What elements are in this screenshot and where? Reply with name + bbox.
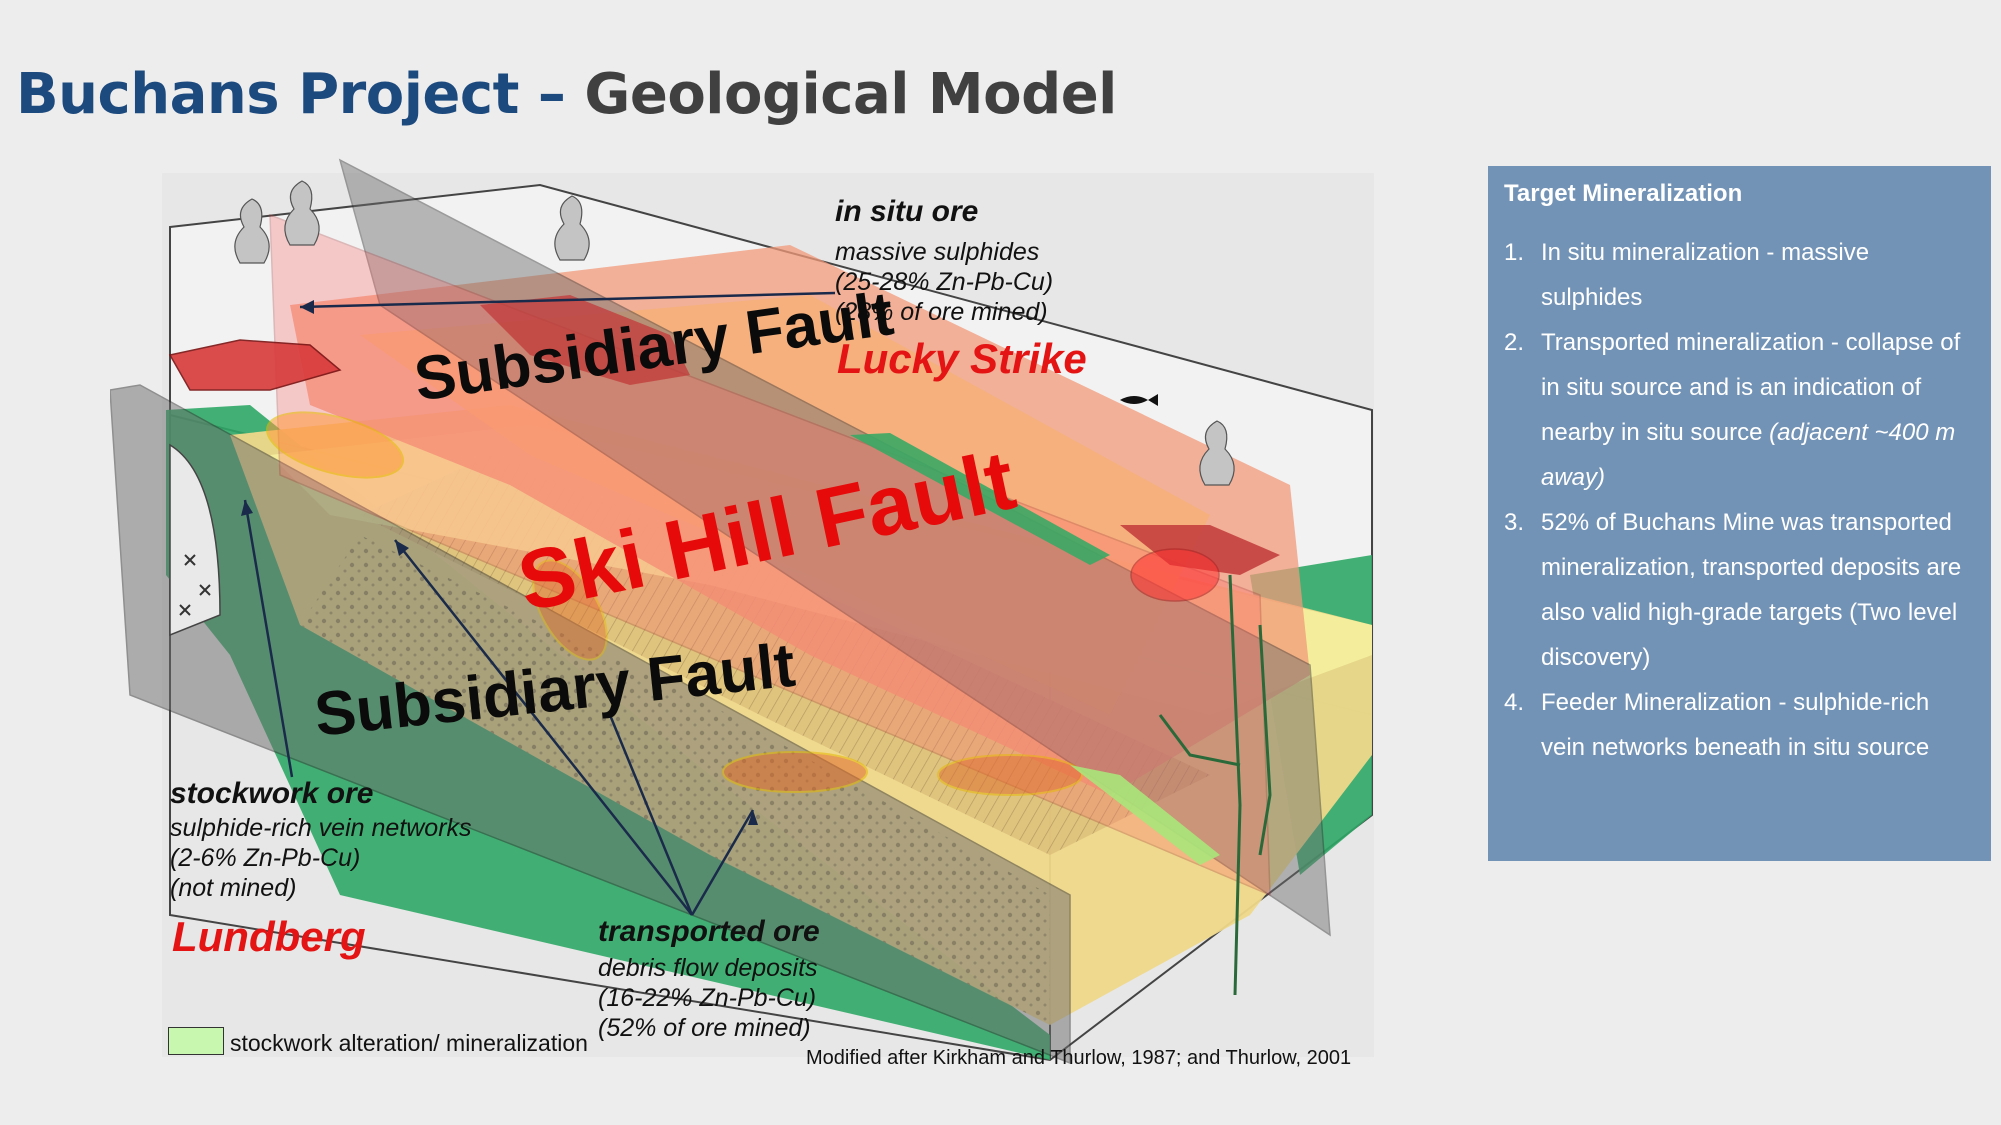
list-item-number: 1. — [1504, 239, 1525, 266]
title-project: Buchans Project — [16, 62, 519, 127]
transported-ore-line1: debris flow deposits — [598, 954, 818, 982]
list-item: 3. 52% of Buchans Mine was transported m… — [1504, 500, 1975, 680]
transported-ore-line3: (52% of ore mined) — [598, 1014, 811, 1042]
stockwork-ore-line1: sulphide-rich vein networks — [170, 814, 472, 842]
page-title: Buchans Project – Geological Model — [16, 62, 1117, 127]
lundberg-label: Lundberg — [172, 913, 366, 960]
stockwork-ore-line2: (2-6% Zn-Pb-Cu) — [170, 844, 361, 872]
target-mineralization-panel: Target Mineralization 1. In situ mineral… — [1488, 166, 1991, 861]
transported-ore-line2: (16-22% Zn-Pb-Cu) — [598, 984, 817, 1012]
list-item-number: 2. — [1504, 329, 1525, 356]
legend-label-stockwork: stockwork alteration/ mineralization — [230, 1030, 588, 1056]
target-list: 1. In situ mineralization - massive sulp… — [1504, 230, 1975, 770]
list-item-text: Feeder Mineralization - sulphide-rich ve… — [1541, 689, 1930, 761]
title-model: Geological Model — [584, 62, 1117, 127]
stockwork-ore-line3: (not mined) — [170, 874, 297, 902]
geological-block-diagram: in situ ore massive sulphides (25-28% Zn… — [110, 155, 1380, 1075]
stockwork-ore-heading: stockwork ore — [170, 777, 374, 810]
list-item-text: 52% of Buchans Mine was transported mine… — [1541, 509, 1962, 671]
legend-swatch-stockwork — [168, 1027, 224, 1055]
list-item-number: 3. — [1504, 509, 1525, 536]
source-credit: Modified after Kirkham and Thurlow, 1987… — [806, 1047, 1352, 1069]
title-separator: – — [518, 62, 585, 127]
list-item: 4. Feeder Mineralization - sulphide-rich… — [1504, 680, 1975, 770]
list-item-text: In situ mineralization - massive sulphid… — [1541, 239, 1870, 311]
list-item: 1. In situ mineralization - massive sulp… — [1504, 230, 1975, 320]
in-situ-ore-line1: massive sulphides — [835, 238, 1040, 266]
panel-title: Target Mineralization — [1504, 180, 1743, 207]
transported-ore-heading: transported ore — [598, 915, 820, 948]
list-item-number: 4. — [1504, 689, 1525, 716]
in-situ-ore-heading: in situ ore — [835, 195, 979, 228]
list-item: 2. Transported mineralization - collapse… — [1504, 320, 1975, 500]
